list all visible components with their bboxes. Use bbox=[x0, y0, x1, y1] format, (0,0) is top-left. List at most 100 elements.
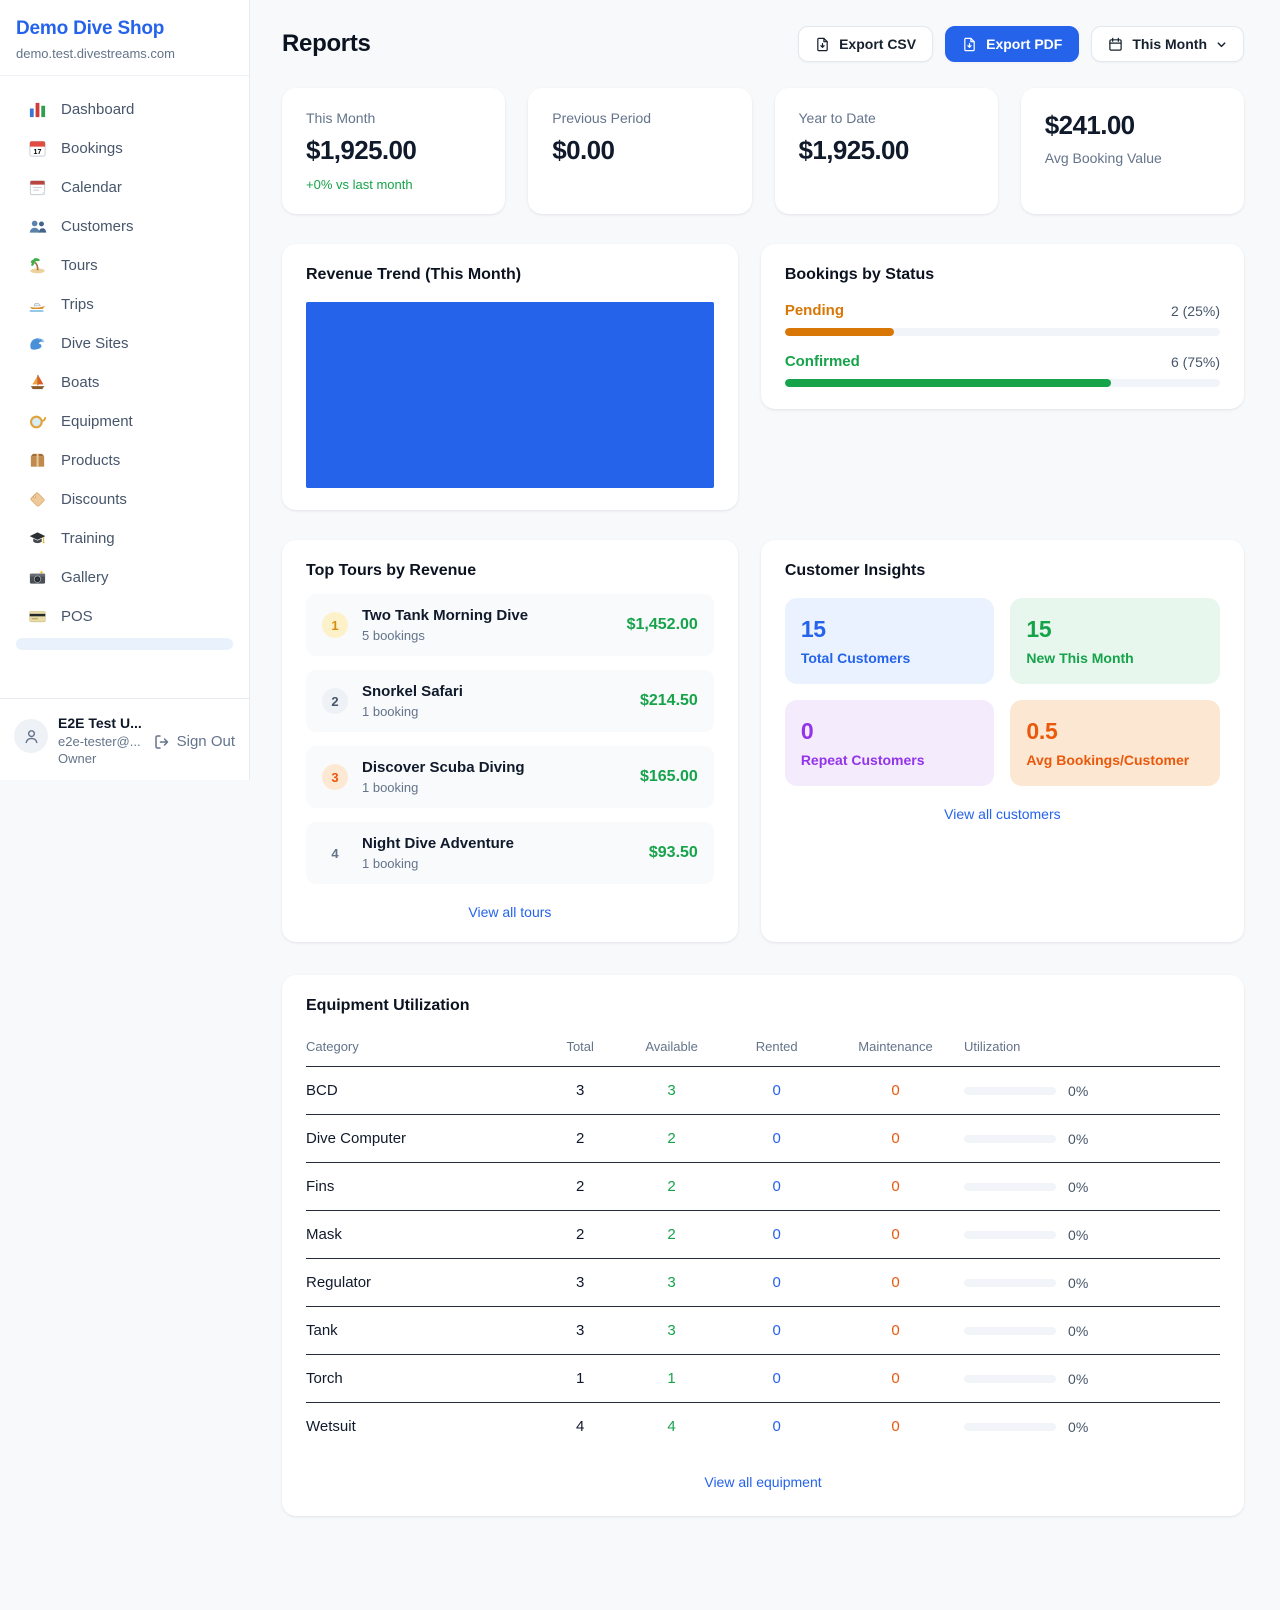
sidebar-nav: Dashboard 17 Bookings Calendar Customers… bbox=[0, 76, 249, 698]
available-cell: 4 bbox=[617, 1403, 727, 1451]
tour-name: Two Tank Morning Dive bbox=[362, 607, 613, 624]
sidebar-item-dive-sites[interactable]: Dive Sites bbox=[12, 324, 237, 363]
column-header: Total bbox=[544, 1029, 617, 1067]
progress-track bbox=[785, 328, 1220, 336]
sidebar-item-customers[interactable]: Customers bbox=[12, 207, 237, 246]
sidebar-item-gallery[interactable]: Gallery bbox=[12, 558, 237, 597]
tour-revenue: $93.50 bbox=[649, 844, 698, 862]
package-icon bbox=[28, 451, 47, 470]
status-count: 2 (25%) bbox=[1171, 303, 1220, 319]
status-count: 6 (75%) bbox=[1171, 354, 1220, 370]
view-all-customers-link[interactable]: View all customers bbox=[785, 806, 1220, 822]
utilization-track bbox=[964, 1327, 1056, 1335]
tour-row: 2 Snorkel Safari 1 booking $214.50 bbox=[306, 670, 714, 732]
rank-badge: 1 bbox=[322, 612, 348, 638]
equipment-utilization-title: Equipment Utilization bbox=[306, 997, 1220, 1015]
people-icon bbox=[28, 217, 47, 236]
maintenance-cell: 0 bbox=[827, 1259, 964, 1307]
stat-label: Previous Period bbox=[552, 110, 727, 126]
sidebar-item-calendar[interactable]: Calendar bbox=[12, 168, 237, 207]
sidebar-item-products[interactable]: Products bbox=[12, 441, 237, 480]
sidebar-item-discounts[interactable]: Discounts bbox=[12, 480, 237, 519]
user-meta: E2E Test U... e2e-tester@... Owner bbox=[58, 711, 144, 766]
insight-tile-repeat-customers: 0 Repeat Customers bbox=[785, 700, 995, 786]
calendar-icon bbox=[1108, 37, 1123, 52]
insight-label: Total Customers bbox=[801, 650, 979, 666]
export-pdf-label: Export PDF bbox=[986, 36, 1062, 52]
utilization-track bbox=[964, 1087, 1056, 1095]
utilization-track bbox=[964, 1279, 1056, 1287]
status-label: Confirmed bbox=[785, 353, 860, 370]
tour-bookings: 1 booking bbox=[362, 704, 626, 719]
tour-name: Snorkel Safari bbox=[362, 683, 626, 700]
utilization-cell: 0% bbox=[964, 1419, 1220, 1435]
category-cell: Dive Computer bbox=[306, 1115, 544, 1163]
total-cell: 2 bbox=[544, 1211, 617, 1259]
svg-text:17: 17 bbox=[34, 148, 42, 156]
graduation-cap-icon bbox=[28, 529, 47, 548]
available-cell: 1 bbox=[617, 1355, 727, 1403]
sidebar-item-label: Bookings bbox=[61, 140, 123, 157]
page-header: Reports Export CSV Export PDF This Month bbox=[282, 26, 1244, 62]
sidebar-item-boats[interactable]: Boats bbox=[12, 363, 237, 402]
sidebar-item-label: Equipment bbox=[61, 413, 133, 430]
sidebar-item-trips[interactable]: Trips bbox=[12, 285, 237, 324]
sidebar-item-bookings[interactable]: 17 Bookings bbox=[12, 129, 237, 168]
sidebar-item-pos[interactable]: POS bbox=[12, 597, 237, 636]
tour-revenue: $165.00 bbox=[640, 768, 698, 786]
stat-label: This Month bbox=[306, 110, 481, 126]
sign-out-icon bbox=[154, 734, 170, 750]
table-row: Torch 1 1 0 0 0% bbox=[306, 1355, 1220, 1403]
utilization-cell: 0% bbox=[964, 1275, 1220, 1291]
export-pdf-button[interactable]: Export PDF bbox=[945, 26, 1079, 62]
sidebar-item-label: Calendar bbox=[61, 179, 122, 196]
status-row-confirmed: Confirmed 6 (75%) bbox=[785, 353, 1220, 387]
table-row: Wetsuit 4 4 0 0 0% bbox=[306, 1403, 1220, 1451]
utilization-track bbox=[964, 1375, 1056, 1383]
available-cell: 3 bbox=[617, 1067, 727, 1115]
bookings-by-status-card: Bookings by Status Pending 2 (25%) Confi… bbox=[761, 244, 1244, 409]
period-dropdown[interactable]: This Month bbox=[1091, 26, 1244, 62]
file-download-icon bbox=[962, 37, 977, 52]
status-row-pending: Pending 2 (25%) bbox=[785, 302, 1220, 336]
sidebar-item-dashboard[interactable]: Dashboard bbox=[12, 90, 237, 129]
sidebar-item-label: Boats bbox=[61, 374, 99, 391]
chevron-down-icon bbox=[1216, 39, 1227, 50]
category-cell: Wetsuit bbox=[306, 1403, 544, 1451]
category-cell: BCD bbox=[306, 1067, 544, 1115]
calendar-date-icon: 17 bbox=[28, 139, 47, 158]
stats-row: This Month $1,925.00 +0% vs last month P… bbox=[282, 88, 1244, 214]
utilization-track bbox=[964, 1183, 1056, 1191]
sidebar-item-label: Products bbox=[61, 452, 120, 469]
available-cell: 2 bbox=[617, 1115, 727, 1163]
rented-cell: 0 bbox=[726, 1259, 827, 1307]
equipment-table: Category Total Available Rented Maintena… bbox=[306, 1029, 1220, 1450]
rented-cell: 0 bbox=[726, 1115, 827, 1163]
tour-row: 4 Night Dive Adventure 1 booking $93.50 bbox=[306, 822, 714, 884]
progress-fill bbox=[785, 328, 894, 336]
tour-row: 3 Discover Scuba Diving 1 booking $165.0… bbox=[306, 746, 714, 808]
table-row: Dive Computer 2 2 0 0 0% bbox=[306, 1115, 1220, 1163]
maintenance-cell: 0 bbox=[827, 1307, 964, 1355]
sidebar-item-equipment[interactable]: Equipment bbox=[12, 402, 237, 441]
insight-value: 15 bbox=[1026, 616, 1204, 643]
table-header-row: Category Total Available Rented Maintena… bbox=[306, 1029, 1220, 1067]
sidebar-header: Demo Dive Shop demo.test.divestreams.com bbox=[0, 0, 249, 76]
export-csv-button[interactable]: Export CSV bbox=[798, 26, 933, 62]
view-all-equipment-link[interactable]: View all equipment bbox=[306, 1474, 1220, 1490]
utilization-percent: 0% bbox=[1068, 1131, 1088, 1147]
revenue-trend-title: Revenue Trend (This Month) bbox=[306, 266, 714, 284]
view-all-tours-link[interactable]: View all tours bbox=[306, 904, 714, 920]
sidebar-item-tours[interactable]: Tours bbox=[12, 246, 237, 285]
total-cell: 2 bbox=[544, 1163, 617, 1211]
charts-row: Revenue Trend (This Month) Bookings by S… bbox=[282, 244, 1244, 510]
maintenance-cell: 0 bbox=[827, 1355, 964, 1403]
sidebar-item-reports-partial[interactable] bbox=[16, 638, 233, 650]
status-label: Pending bbox=[785, 302, 844, 319]
diving-mask-icon bbox=[28, 412, 47, 431]
table-row: Regulator 3 3 0 0 0% bbox=[306, 1259, 1220, 1307]
sign-out-button[interactable]: Sign Out bbox=[154, 733, 235, 750]
sidebar-item-training[interactable]: Training bbox=[12, 519, 237, 558]
maintenance-cell: 0 bbox=[827, 1115, 964, 1163]
stat-value: $1,925.00 bbox=[306, 135, 481, 166]
